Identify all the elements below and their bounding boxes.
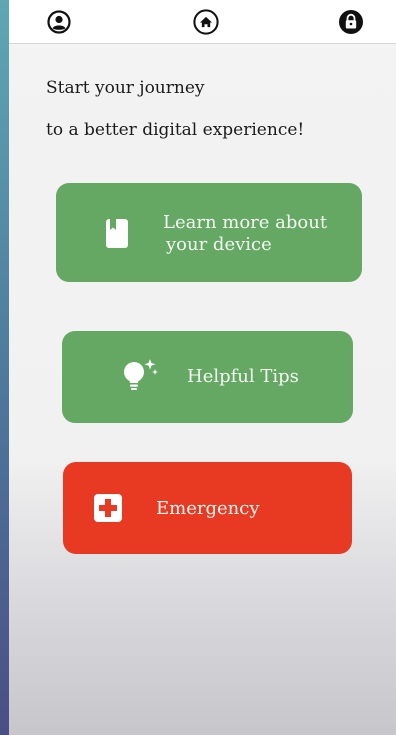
first-aid-icon: [94, 494, 122, 526]
helpful-tips-button[interactable]: Helpful Tips: [62, 331, 353, 423]
home-icon[interactable]: [193, 9, 219, 35]
helpful-tips-label: Helpful Tips: [187, 366, 299, 387]
learn-device-label-line-2: your device: [166, 234, 272, 255]
emergency-label: Emergency: [156, 498, 260, 519]
emergency-button[interactable]: Emergency: [63, 462, 352, 554]
headline-line-1: Start your journey: [46, 78, 205, 98]
user-circle-icon[interactable]: [46, 9, 72, 35]
lock-icon[interactable]: [338, 9, 364, 35]
app-screen: Start your journey to a better digital e…: [9, 0, 396, 735]
top-navigation-bar: [9, 0, 396, 44]
learn-device-label-line-1: Learn more about: [163, 212, 328, 233]
book-icon: [106, 219, 128, 252]
lightbulb-icon: [120, 357, 160, 397]
learn-device-button[interactable]: Learn more about your device: [56, 183, 362, 282]
headline-line-2: to a better digital experience!: [46, 120, 305, 140]
